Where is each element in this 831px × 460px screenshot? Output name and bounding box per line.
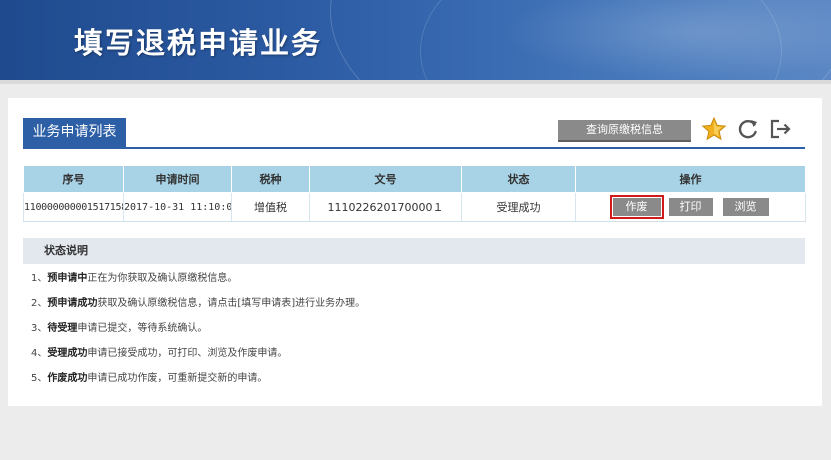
cell-time: 2017-10-31 11:10:01	[123, 192, 232, 222]
column-header-actions: 操作	[575, 165, 806, 193]
banner-divider	[0, 80, 831, 84]
item-number: 1、	[31, 273, 48, 284]
main-panel: 业务申请列表 查询原缴税信息 序号 申请时间 税种 文号 状态 操作 11000…	[8, 98, 822, 406]
status-text: 申请已成功作废，可重新提交新的申请。	[87, 373, 268, 384]
cell-status: 受理成功	[461, 192, 576, 222]
table-row: 110000000001517158 2017-10-31 11:10:01 增…	[23, 192, 806, 222]
status-term: 预申请成功	[47, 298, 98, 309]
refresh-icon[interactable]	[735, 116, 761, 142]
list-item: 2、预申请成功获取及确认原缴税信息，请点击[填写申请表]进行业务办理。	[31, 291, 365, 316]
column-header-tax-type: 税种	[231, 165, 310, 193]
cell-actions: 作废 打印 浏览	[575, 192, 806, 222]
list-item: 1、预申请中正在为你获取及确认原缴税信息。	[31, 266, 365, 291]
status-text: 正在为你获取及确认原缴税信息。	[87, 273, 238, 284]
cell-seq: 110000000001517158	[23, 192, 124, 222]
view-button[interactable]: 浏览	[722, 198, 769, 216]
item-number: 5、	[31, 373, 48, 384]
item-number: 3、	[31, 323, 48, 334]
status-text: 申请已提交，等待系统确认。	[77, 323, 208, 334]
status-description-list: 1、预申请中正在为你获取及确认原缴税信息。 2、预申请成功获取及确认原缴税信息，…	[31, 266, 365, 391]
logout-icon[interactable]	[767, 116, 793, 142]
table-header-row: 序号 申请时间 税种 文号 状态 操作	[23, 165, 806, 193]
print-button[interactable]: 打印	[668, 198, 713, 216]
void-button[interactable]: 作废	[609, 195, 664, 219]
status-text: 获取及确认原缴税信息，请点击[填写申请表]进行业务办理。	[97, 298, 366, 309]
query-original-tax-button[interactable]: 查询原缴税信息	[558, 120, 691, 142]
item-number: 4、	[31, 348, 48, 359]
header-banner: 填写退税申请业务	[0, 0, 831, 80]
status-description-header: 状态说明	[23, 238, 805, 264]
banner-decoration	[500, 0, 831, 80]
list-item: 3、待受理申请已提交，等待系统确认。	[31, 316, 365, 341]
list-item: 5、作废成功申请已成功作废，可重新提交新的申请。	[31, 366, 365, 391]
status-term: 作废成功	[47, 373, 88, 384]
page-title: 填写退税申请业务	[74, 26, 323, 60]
status-text: 申请已接受成功，可打印、浏览及作废申请。	[87, 348, 288, 359]
item-number: 2、	[31, 298, 48, 309]
tab-business-application-list[interactable]: 业务申请列表	[23, 118, 126, 147]
cell-doc-number: 111022620170000１	[309, 192, 462, 222]
cell-tax-type: 增值税	[231, 192, 310, 222]
column-header-status: 状态	[461, 165, 576, 193]
column-header-seq: 序号	[23, 165, 124, 193]
star-icon[interactable]	[701, 116, 727, 142]
application-table: 序号 申请时间 税种 文号 状态 操作 110000000001517158 2…	[23, 165, 806, 222]
status-term: 预申请中	[47, 273, 88, 284]
tab-underline	[23, 147, 805, 149]
column-header-time: 申请时间	[123, 165, 232, 193]
column-header-doc-number: 文号	[309, 165, 462, 193]
status-term: 待受理	[47, 323, 78, 334]
status-term: 受理成功	[47, 348, 88, 359]
list-item: 4、受理成功申请已接受成功，可打印、浏览及作废申请。	[31, 341, 365, 366]
